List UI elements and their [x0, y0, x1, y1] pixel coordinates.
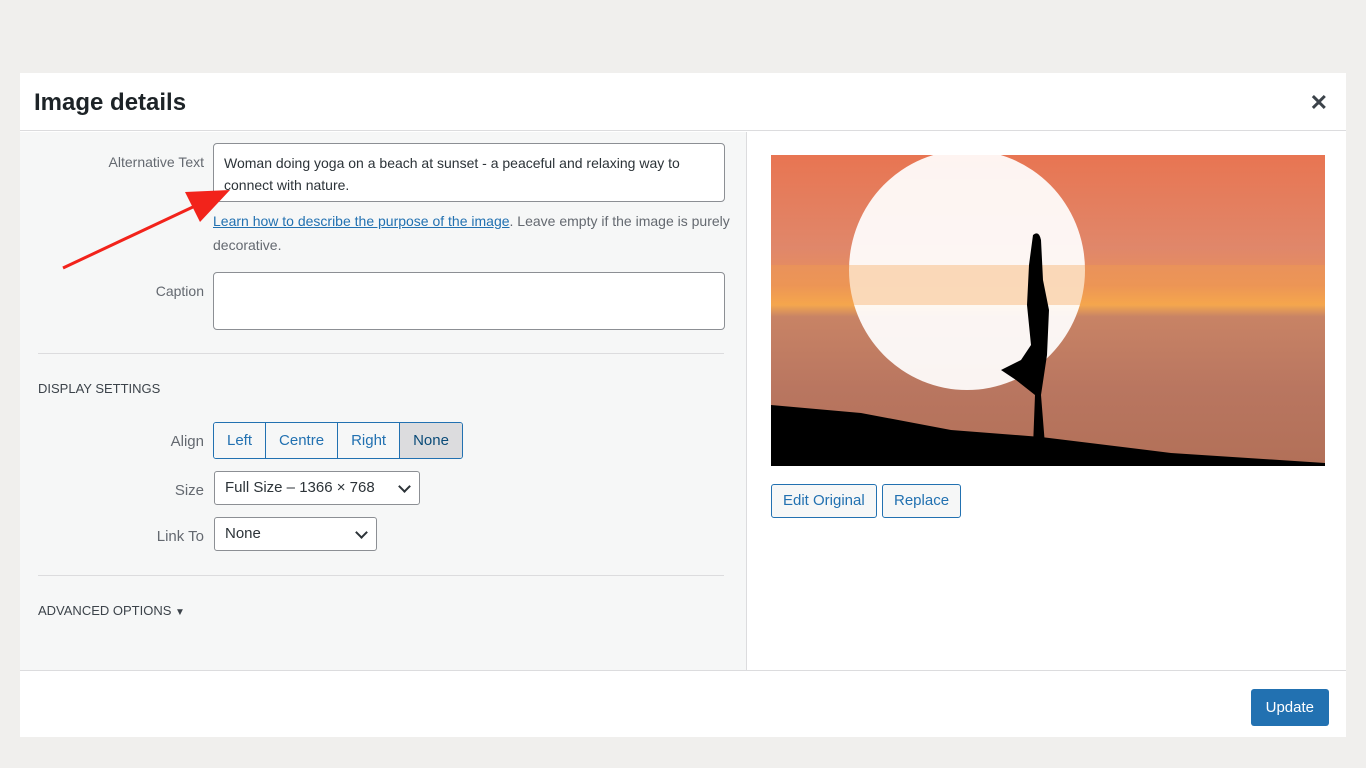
annotation-arrow	[62, 190, 230, 270]
